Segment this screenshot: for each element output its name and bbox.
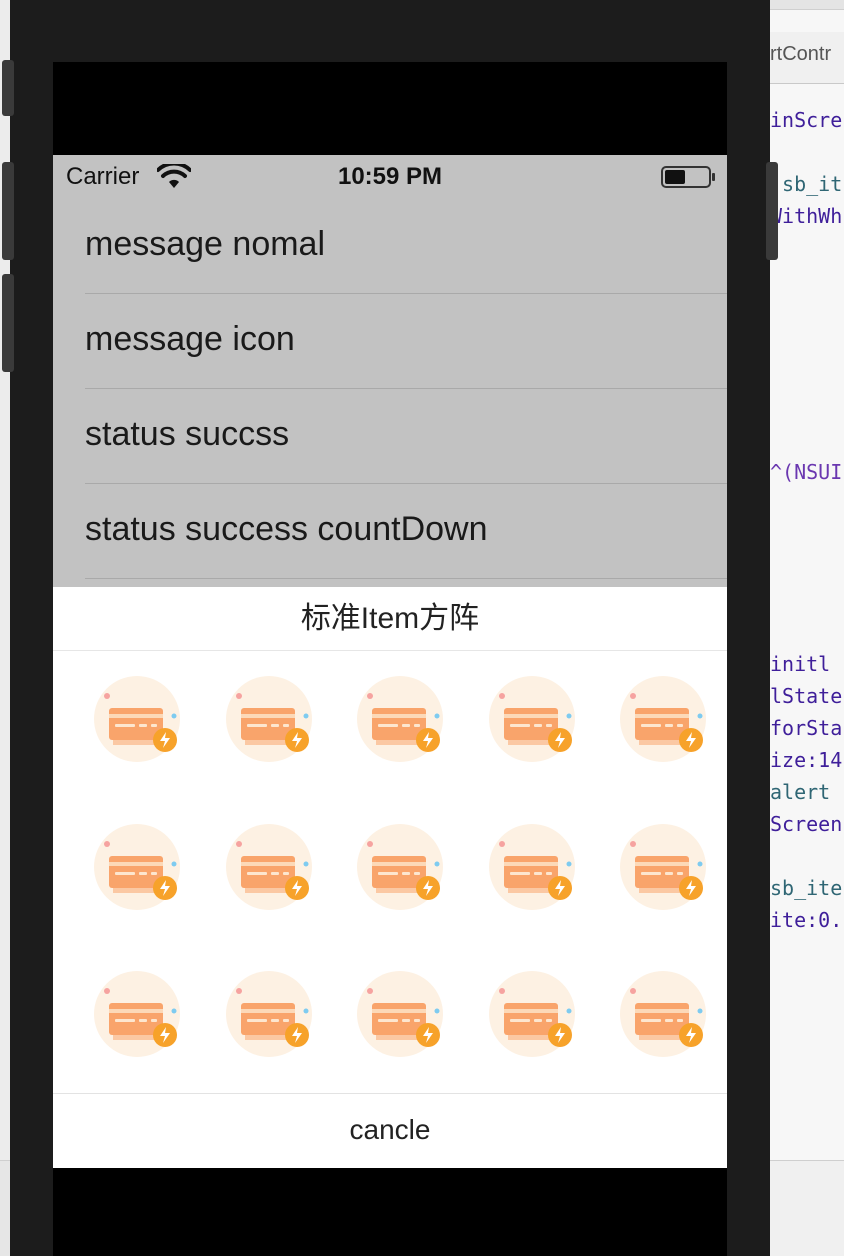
grid-item[interactable] [619,969,709,1059]
power-button [766,162,778,260]
code-line: alert [770,780,831,804]
card-payment-icon [488,823,575,910]
list-item-label: status succss [85,415,290,453]
card-payment-icon [357,971,443,1057]
code-line: initl [770,652,831,676]
device-screen: Carrier 10:59 PM message nomal message i… [53,62,727,1256]
card-payment-icon [357,676,443,762]
list-item-label: message icon [85,320,295,358]
list-item[interactable]: message nomal [85,199,727,294]
demo-list: message nomal message icon status succss… [53,199,727,587]
code-line: .sb_it [770,172,843,196]
grid-item[interactable] [225,969,315,1059]
code-line: inScre [770,108,843,132]
action-sheet: 标准Item方阵 cancle [53,587,727,1168]
grid-item[interactable] [619,674,709,764]
battery-icon [661,166,715,188]
grid-item[interactable] [619,822,709,912]
sheet-title: 标准Item方阵 [53,587,727,651]
code-line: ize:14 [770,748,843,772]
code-line: Screen [770,812,843,836]
code-line: lState [770,684,843,708]
grid-item[interactable] [225,822,315,912]
grid-item[interactable] [93,822,183,912]
card-payment-icon [357,823,443,910]
grid-item[interactable] [488,969,578,1059]
grid-item[interactable] [356,969,446,1059]
grid-item[interactable] [225,674,315,764]
status-time: 10:59 PM [337,163,443,190]
card-payment-icon [620,676,706,762]
card-payment-icon [488,676,575,762]
card-payment-icon [94,971,180,1057]
list-item-label: message nomal [85,225,326,263]
card-payment-icon [225,823,312,910]
grid-item[interactable] [93,674,183,764]
volume-up-button [2,162,14,260]
grid-item[interactable] [488,822,578,912]
card-payment-icon [94,676,180,762]
code-line: WithWh [770,204,843,228]
status-bar: Carrier 10:59 PM [53,155,727,199]
card-payment-icon [620,971,706,1057]
cancel-button[interactable]: cancle [53,1093,727,1168]
list-item[interactable]: status succss [85,389,727,484]
silent-switch [2,60,14,116]
card-payment-icon [620,823,706,910]
card-payment-icon [94,823,180,910]
code-line: forSta [770,716,843,740]
card-payment-icon [488,971,575,1057]
grid-item[interactable] [93,969,183,1059]
grid-item[interactable] [488,674,578,764]
volume-down-button [2,274,14,372]
card-payment-icon [225,971,312,1057]
code-line: ite:0. [770,908,843,932]
grid-item[interactable] [356,822,446,912]
xcode-file-tab[interactable]: rtContr [768,32,844,84]
xcode-tab-bar [768,0,844,10]
list-item[interactable]: message icon [85,294,727,389]
app-view: Carrier 10:59 PM message nomal message i… [53,155,727,1168]
list-item[interactable]: status success countDown [85,484,727,579]
xcode-bottom-panel [768,1160,844,1256]
grid-item[interactable] [356,674,446,764]
card-payment-icon [225,676,312,762]
list-item-label: status success countDown [85,510,488,548]
code-line: ^(NSUI [770,460,843,484]
code-line: sb_ite [770,876,843,900]
